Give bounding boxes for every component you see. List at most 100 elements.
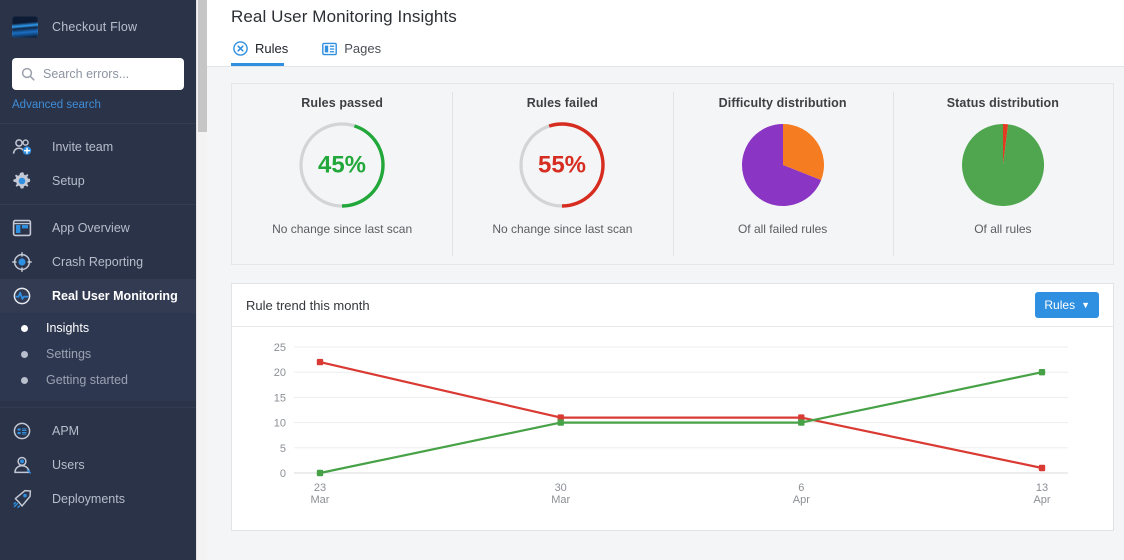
stat-card-status-distribution: Status distribution Of all rules [892, 84, 1113, 264]
bullet-icon [21, 376, 28, 384]
sidebar-item-invite-team[interactable]: Invite team [0, 130, 196, 164]
x-tick-month: Mar [551, 494, 570, 506]
y-tick-label: 15 [274, 392, 286, 404]
y-tick-label: 5 [280, 443, 286, 455]
rule-trend-panel: Rule trend this month Rules ▼ 0 5 10 15 20 25… [231, 283, 1114, 531]
x-tick-day: 6 [798, 482, 804, 494]
stat-card-rules-failed: Rules failed 55% No change since last sc… [452, 84, 672, 264]
bullet-icon [21, 350, 28, 358]
search-input[interactable] [43, 67, 173, 81]
sidebar-item-label: Real User Monitoring [52, 289, 178, 303]
x-tick-day: 13 [1036, 482, 1048, 494]
stat-visual: 55% [516, 120, 608, 210]
stat-card-rules-passed: Rules passed 45% No change since last sc… [232, 84, 452, 264]
stat-footer: Of all rules [974, 222, 1032, 236]
sidebar-group-tools: APM Users Deployments [0, 407, 196, 522]
stat-visual [737, 120, 829, 210]
donut-chart-rules-passed: 45% [299, 122, 385, 208]
app-window: Checkout Flow Advanced search [0, 0, 1124, 560]
stats-strip: Rules passed 45% No change since last sc… [231, 83, 1114, 265]
sidebar-item-apm[interactable]: APM [0, 414, 196, 448]
vertical-scrollbar[interactable] [196, 0, 207, 560]
search-box[interactable] [12, 58, 184, 90]
data-point[interactable] [316, 469, 324, 477]
pie-chart-difficulty-distribution [741, 124, 824, 206]
y-tick-label: 0 [280, 468, 286, 480]
content-body: Rules passed 45% No change since last sc… [207, 67, 1124, 531]
rules-dropdown-label: Rules [1044, 298, 1076, 312]
scrollbar-thumb[interactable] [198, 0, 207, 132]
sidebar-subitem-label: Getting started [46, 373, 128, 387]
sidebar-item-app-overview[interactable]: App Overview [0, 211, 196, 245]
brand[interactable]: Checkout Flow [0, 0, 196, 54]
sidebar-item-setup[interactable]: Setup [0, 164, 196, 198]
sidebar-item-deployments[interactable]: Deployments [0, 482, 196, 516]
sidebar: Checkout Flow Advanced search [0, 0, 196, 560]
stat-footer: No change since last scan [272, 222, 413, 236]
sidebar-item-label: App Overview [52, 221, 130, 235]
donut-chart-rules-failed: 55% [519, 122, 606, 208]
x-tick-month: Mar [311, 494, 330, 506]
rules-circle-x-icon [233, 41, 248, 56]
data-point[interactable] [557, 419, 564, 426]
series-line-rules-failed [319, 361, 1043, 470]
page-header: Real User Monitoring Insights Rules Page… [207, 0, 1124, 67]
data-point[interactable] [1038, 464, 1046, 472]
search-icon [21, 67, 35, 81]
sidebar-item-settings[interactable]: Settings [0, 341, 196, 367]
tab-label: Rules [255, 41, 289, 56]
x-tick-day: 30 [555, 482, 567, 494]
brand-title: Checkout Flow [52, 20, 138, 34]
sidebar-subitem-label: Settings [46, 347, 92, 361]
stat-visual: 45% [296, 120, 388, 210]
users-icon [12, 455, 38, 475]
crash-reporting-icon [12, 252, 38, 272]
pie-chart-status-distribution [961, 123, 1044, 206]
stat-title: Status distribution [946, 96, 1060, 110]
data-point[interactable] [1038, 369, 1046, 376]
stat-footer: Of all failed rules [737, 222, 828, 236]
sidebar-group-products: App Overview Crash Reporting Real User M… [0, 204, 196, 407]
tab-rules[interactable]: Rules [231, 35, 298, 66]
pages-list-icon [322, 42, 338, 55]
sidebar-item-label: APM [52, 424, 80, 438]
y-tick-label: 20 [274, 367, 286, 379]
sidebar-item-real-user-monitoring[interactable]: Real User Monitoring [0, 279, 196, 313]
donut-value-label: 55% [538, 151, 586, 178]
rules-dropdown-button[interactable]: Rules ▼ [1035, 292, 1099, 318]
x-tick-month: Apr [793, 494, 810, 506]
deployments-icon [12, 489, 38, 509]
data-point[interactable] [316, 358, 324, 366]
page-title: Real User Monitoring Insights [231, 7, 457, 26]
x-tick-month: Apr [1033, 494, 1050, 506]
search-container [0, 54, 196, 90]
invite-team-icon [12, 138, 38, 156]
sidebar-item-label: Crash Reporting [52, 255, 144, 269]
sidebar-item-crash-reporting[interactable]: Crash Reporting [0, 245, 196, 279]
stat-title: Rules failed [526, 96, 599, 110]
real-user-monitoring-icon [12, 286, 38, 306]
bullet-icon [21, 324, 28, 332]
sidebar-item-label: Setup [52, 174, 85, 188]
data-point[interactable] [798, 419, 805, 426]
chart-area: 0 5 10 15 20 25 23 Mar 30 Mar 6 Apr 13 Apr [232, 327, 1113, 528]
sidebar-item-getting-started[interactable]: Getting started [0, 367, 196, 393]
stat-card-difficulty-distribution: Difficulty distribution Of all failed ru… [672, 84, 893, 264]
sidebar-item-label: Invite team [52, 140, 114, 154]
y-tick-label: 25 [274, 342, 286, 354]
line-chart-rule-trend: 051015202523Mar30Mar6Apr13Apr [274, 342, 1068, 506]
sidebar-subnav: Insights Settings Getting started [0, 313, 196, 401]
gear-icon [12, 171, 38, 191]
stat-visual [957, 120, 1049, 210]
sidebar-item-users[interactable]: Users [0, 448, 196, 482]
y-tick-label: 10 [274, 418, 286, 430]
x-tick-day: 23 [314, 482, 326, 494]
tab-pages[interactable]: Pages [320, 35, 391, 65]
chevron-down-icon: ▼ [1081, 299, 1090, 310]
main-content: Real User Monitoring Insights Rules Page… [207, 0, 1124, 560]
advanced-search-link[interactable]: Advanced search [0, 90, 196, 123]
sidebar-item-insights[interactable]: Insights [0, 315, 196, 341]
app-logo-icon [12, 16, 38, 38]
donut-value-label: 45% [318, 151, 366, 178]
sidebar-item-label: Users [52, 458, 85, 472]
